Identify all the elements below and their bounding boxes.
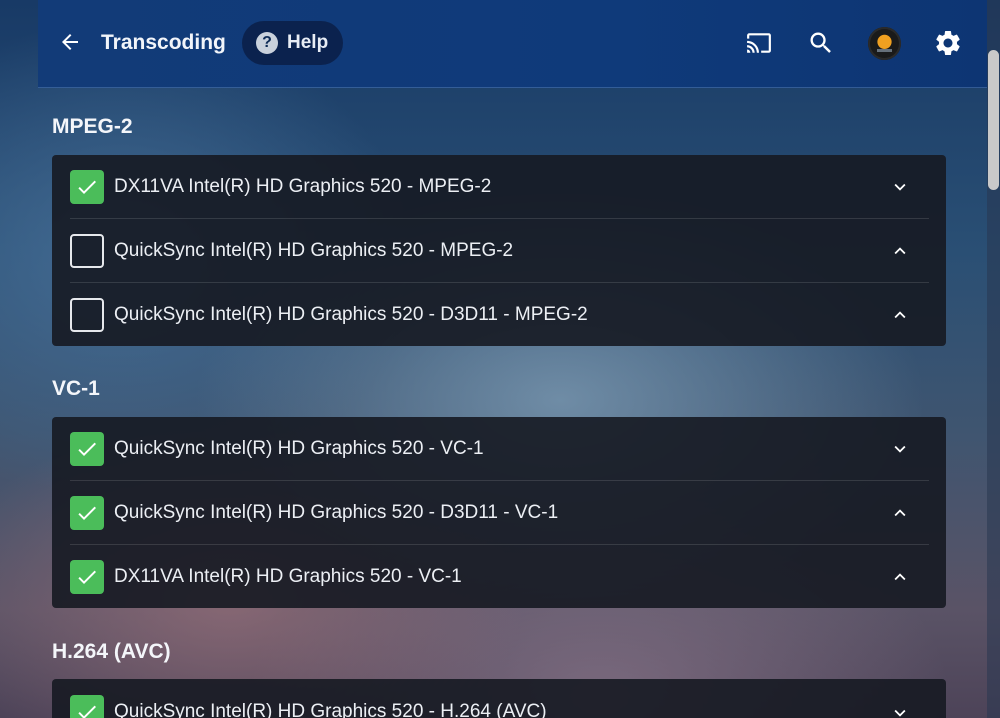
avatar[interactable] [868, 27, 901, 60]
checkbox-checked[interactable] [70, 431, 104, 466]
arrow-back-icon [62, 34, 78, 50]
help-circle-icon: ? [256, 32, 278, 54]
list-item: DX11VA Intel(R) HD Graphics 520 - VC-1 [70, 544, 929, 608]
check-icon [78, 506, 96, 520]
list-item: QuickSync Intel(R) HD Graphics 520 - D3D… [70, 480, 929, 544]
scrollbar-thumb[interactable] [988, 50, 999, 190]
expand-button[interactable] [889, 438, 911, 460]
chevron-up-icon [894, 246, 906, 254]
codec-label: QuickSync Intel(R) HD Graphics 520 - MPE… [114, 239, 514, 261]
list-item: QuickSync Intel(R) HD Graphics 520 - D3D… [70, 282, 929, 346]
list-item: DX11VA Intel(R) HD Graphics 520 - MPEG-2 [70, 155, 929, 218]
checkbox-checked[interactable] [70, 559, 104, 594]
check-icon [78, 180, 96, 194]
codec-card-vc1: QuickSync Intel(R) HD Graphics 520 - VC-… [52, 417, 946, 608]
collapse-button[interactable] [889, 240, 911, 262]
chevron-up-icon [894, 508, 906, 516]
settings-button[interactable] [931, 26, 965, 60]
chevron-down-icon [894, 709, 906, 717]
check-icon [78, 442, 96, 456]
section-title-vc1: VC-1 [52, 377, 100, 400]
help-label: Help [287, 32, 329, 53]
list-item: QuickSync Intel(R) HD Graphics 520 - H.2… [70, 679, 929, 718]
page-title: Transcoding [101, 31, 226, 54]
checkbox-checked[interactable] [70, 495, 104, 530]
codec-label: QuickSync Intel(R) HD Graphics 520 - D3D… [114, 501, 559, 523]
check-icon [78, 705, 96, 718]
codec-label: QuickSync Intel(R) HD Graphics 520 - H.2… [114, 701, 547, 718]
check-icon [78, 570, 96, 584]
checkbox-checked[interactable] [70, 169, 104, 204]
chevron-down-icon [894, 183, 906, 191]
checkbox-checked[interactable] [70, 695, 104, 718]
codec-card-h264: QuickSync Intel(R) HD Graphics 520 - H.2… [52, 679, 946, 718]
list-item: QuickSync Intel(R) HD Graphics 520 - MPE… [70, 218, 929, 282]
cast-button[interactable] [742, 26, 776, 60]
chevron-up-icon [894, 310, 906, 318]
codec-label: QuickSync Intel(R) HD Graphics 520 - D3D… [114, 303, 588, 325]
list-item: QuickSync Intel(R) HD Graphics 520 - VC-… [70, 417, 929, 480]
back-button[interactable] [56, 28, 84, 56]
chevron-down-icon [894, 445, 906, 453]
codec-label: DX11VA Intel(R) HD Graphics 520 - VC-1 [114, 565, 462, 587]
codec-card-mpeg2: DX11VA Intel(R) HD Graphics 520 - MPEG-2… [52, 155, 946, 346]
checkbox-unchecked[interactable] [70, 233, 104, 268]
expand-button[interactable] [889, 702, 911, 718]
section-title-mpeg2: MPEG-2 [52, 115, 133, 138]
expand-button[interactable] [889, 176, 911, 198]
section-title-h264: H.264 (AVC) [52, 640, 171, 663]
collapse-button[interactable] [889, 304, 911, 326]
help-button[interactable]: ? Help [242, 21, 343, 65]
search-icon [810, 32, 831, 53]
codec-label: DX11VA Intel(R) HD Graphics 520 - MPEG-2 [114, 175, 492, 197]
search-button[interactable] [804, 26, 838, 60]
app-header: Transcoding ? Help [38, 0, 987, 88]
collapse-button[interactable] [889, 566, 911, 588]
gear-icon [936, 30, 960, 55]
collapse-button[interactable] [889, 502, 911, 524]
codec-label: QuickSync Intel(R) HD Graphics 520 - VC-… [114, 437, 484, 459]
checkbox-unchecked[interactable] [70, 297, 104, 332]
chevron-up-icon [894, 572, 906, 580]
cast-icon [747, 33, 771, 53]
